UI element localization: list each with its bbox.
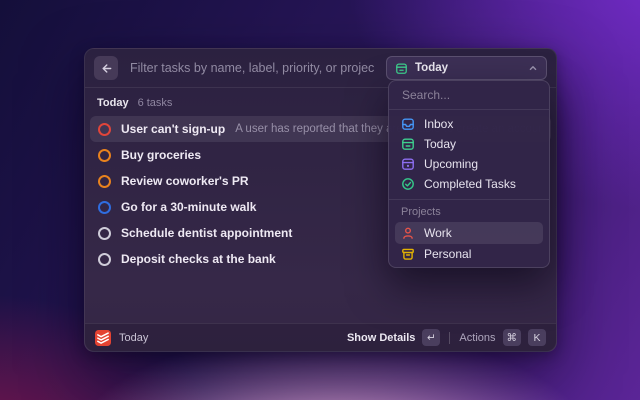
check-circle-icon [401, 177, 415, 191]
task-checkbox[interactable] [98, 201, 111, 214]
command-key-badge: ⌘ [503, 329, 522, 346]
view-switcher-label: Today [415, 62, 448, 74]
actions-button[interactable]: Actions [459, 332, 495, 344]
enter-key-badge: ↵ [422, 329, 440, 346]
view-switcher-button[interactable]: Today [386, 56, 547, 80]
projects-section-label: Projects [389, 200, 549, 222]
dropdown-views-list: Inbox Today [389, 110, 549, 194]
task-checkbox[interactable] [98, 227, 111, 240]
chevron-up-icon [528, 63, 538, 73]
footer-view-label: Today [119, 332, 148, 344]
calendar-today-icon [401, 137, 415, 151]
footer-shortcuts: Show Details ↵ Actions ⌘ K [347, 329, 546, 346]
show-details-button[interactable]: Show Details [347, 332, 415, 344]
dropdown-projects-list: Work Personal [389, 222, 549, 264]
dropdown-item-project-personal[interactable]: Personal [395, 244, 543, 264]
todoist-logo-icon [95, 330, 111, 346]
back-button[interactable] [94, 56, 118, 80]
task-checkbox[interactable] [98, 253, 111, 266]
dropdown-search [389, 81, 549, 110]
calendar-upcoming-icon [401, 157, 415, 171]
task-title: Review coworker's PR [121, 174, 249, 188]
calendar-today-icon [395, 62, 408, 75]
dropdown-item-label: Completed Tasks [424, 177, 516, 191]
inbox-icon [401, 117, 415, 131]
task-title: Deposit checks at the bank [121, 252, 276, 266]
section-task-count: 6 tasks [138, 97, 173, 109]
footer-divider [449, 332, 450, 344]
task-checkbox[interactable] [98, 123, 111, 136]
view-switcher-dropdown: Inbox Today [388, 80, 550, 268]
task-title: Schedule dentist appointment [121, 226, 292, 240]
filter-tasks-input[interactable] [128, 60, 376, 76]
dropdown-item-project-work[interactable]: Work [395, 222, 543, 244]
back-arrow-icon [100, 62, 113, 75]
task-checkbox[interactable] [98, 149, 111, 162]
task-title: Buy groceries [121, 148, 201, 162]
archive-box-icon [401, 247, 415, 261]
dropdown-item-completed-tasks[interactable]: Completed Tasks [395, 174, 543, 194]
dropdown-item-today[interactable]: Today [395, 134, 543, 154]
dropdown-item-label: Upcoming [424, 157, 478, 171]
section-title: Today [97, 97, 129, 109]
palette-footer: Today Show Details ↵ Actions ⌘ K [85, 323, 556, 351]
dropdown-item-inbox[interactable]: Inbox [395, 114, 543, 134]
dropdown-item-upcoming[interactable]: Upcoming [395, 154, 543, 174]
dropdown-item-label: Personal [424, 247, 471, 261]
task-title: Go for a 30-minute walk [121, 200, 256, 214]
person-icon [401, 226, 415, 240]
desktop-background: Today Today 6 tasks User can't sign-up A… [0, 0, 640, 400]
dropdown-item-label: Inbox [424, 117, 453, 131]
task-title: User can't sign-up [121, 122, 225, 136]
dropdown-item-label: Today [424, 137, 456, 151]
k-key-badge: K [528, 329, 546, 346]
dropdown-search-input[interactable] [400, 87, 538, 103]
dropdown-item-label: Work [424, 226, 452, 240]
task-checkbox[interactable] [98, 175, 111, 188]
